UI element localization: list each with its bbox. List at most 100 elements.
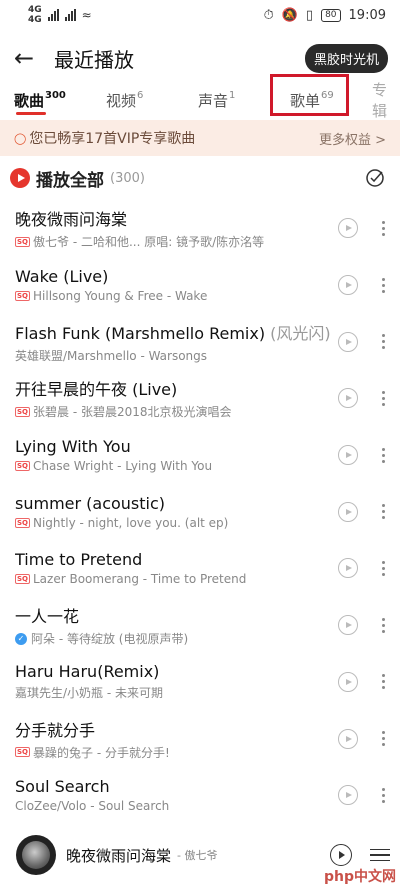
more-options-icon[interactable] [380, 277, 386, 293]
song-title-text: Time to Pretend [15, 550, 143, 570]
song-title: Lying With You [15, 437, 338, 456]
more-options-icon[interactable] [380, 504, 386, 520]
playlist-icon[interactable] [370, 848, 390, 862]
mini-player[interactable]: 晚夜微雨问海棠 - 傲七爷 php中文网 [0, 810, 400, 888]
play-all-row: 播放全部 (300) [0, 156, 400, 200]
song-subtitle: SQ 傲七爷 - 二哈和他... 原唱: 镜予歌/陈亦洺等 [15, 233, 338, 250]
play-video-icon[interactable] [338, 218, 358, 239]
more-options-icon[interactable] [380, 220, 386, 236]
play-all-icon[interactable] [10, 168, 30, 188]
song-row[interactable]: Wake (Live) SQ Hillsong Young & Free - Wak… [0, 257, 400, 314]
battery-icon: 80 [321, 8, 341, 22]
song-subtitle: SQ 张碧晨 - 张碧晨2018北京极光演唱会 [15, 403, 338, 420]
vip-banner-text: 您已畅享17首VIP专享歌曲 [29, 131, 196, 147]
song-alias: (风光闪) [265, 323, 331, 343]
play-video-icon[interactable] [338, 501, 358, 522]
more-options-icon[interactable] [380, 447, 386, 463]
tab-count: 69 [321, 89, 334, 101]
tab-songs[interactable]: 歌曲 300 [14, 90, 106, 115]
vinyl-time-machine-button[interactable]: 黑胶时光机 [304, 43, 388, 73]
song-subtitle: 英雄联盟/Marshmello - Warsongs [15, 347, 338, 364]
song-row[interactable]: 一人一花 ✓ 阿朵 - 等待绽放 (电视原声带) [0, 597, 400, 654]
tab-albums[interactable]: 专辑 [372, 79, 400, 121]
song-title: Haru Haru(Remix) [15, 662, 338, 681]
tab-audio[interactable]: 声音 1 [198, 90, 290, 111]
song-artist-album: 嘉琪先生/小奶瓶 - 未来可期 [15, 686, 164, 701]
tab-playlists[interactable]: 歌单 69 [290, 90, 382, 111]
song-info: 晚夜微雨问海棠 SQ 傲七爷 - 二哈和他... 原唱: 镜予歌/陈亦洺等 [15, 206, 338, 250]
song-count: (300) [110, 170, 145, 186]
song-title: Soul Search [15, 777, 338, 796]
play-video-icon[interactable] [338, 728, 358, 749]
song-row[interactable]: 开往早晨的午夜 (Live) SQ 张碧晨 - 张碧晨2018北京极光演唱会 [0, 370, 400, 427]
tab-label: 歌曲 [14, 91, 45, 110]
play-video-icon[interactable] [338, 615, 358, 636]
more-options-icon[interactable] [380, 390, 386, 406]
song-title-text: summer (acoustic) [15, 493, 166, 513]
song-title: 晚夜微雨问海棠 [15, 206, 338, 230]
song-title-text: 一人一花 [15, 607, 80, 627]
play-video-icon[interactable] [338, 388, 358, 409]
now-playing-title: 晚夜微雨问海棠 [66, 846, 172, 865]
song-row[interactable]: 分手就分手 SQ 暴躁的兔子 - 分手就分手! [0, 710, 400, 767]
more-options-icon[interactable] [380, 731, 386, 747]
song-artist-album: 英雄联盟/Marshmello - Warsongs [15, 348, 208, 363]
mini-play-button[interactable] [330, 844, 352, 866]
song-subtitle: SQ Nightly - night, love you. (alt ep) [15, 516, 338, 530]
tab-count: 6 [137, 89, 144, 101]
alarm-icon: ⏱ [263, 7, 274, 23]
song-row[interactable]: Flash Funk (Marshmello Remix) (风光闪) 英雄联盟/… [0, 313, 400, 370]
multi-select-icon[interactable] [364, 167, 386, 189]
play-video-icon[interactable] [338, 671, 358, 692]
list-fade [0, 810, 400, 830]
more-options-icon[interactable] [380, 334, 386, 350]
play-video-icon[interactable] [338, 558, 358, 579]
song-title: Flash Funk (Marshmello Remix) (风光闪) [15, 320, 338, 344]
tab-videos[interactable]: 视频 6 [106, 90, 198, 111]
more-options-icon[interactable] [380, 674, 386, 690]
arrow-left-icon[interactable]: ← [14, 44, 40, 72]
mute-icon: 🔕 [281, 7, 298, 23]
song-info: Time to Pretend SQ Lazer Boomerang - Time … [15, 550, 338, 586]
song-row[interactable]: Lying With You SQ Chase Wright - Lying Wit… [0, 427, 400, 484]
play-video-icon[interactable] [338, 445, 358, 466]
song-info: 开往早晨的午夜 (Live) SQ 张碧晨 - 张碧晨2018北京极光演唱会 [15, 376, 338, 420]
song-info: Flash Funk (Marshmello Remix) (风光闪) 英雄联盟/… [15, 320, 338, 364]
header: ← 最近播放 黑胶时光机 [0, 36, 400, 80]
song-subtitle: SQ Lazer Boomerang - Time to Pretend [15, 572, 338, 586]
tab-label: 声音 [198, 91, 229, 110]
song-title-text: 开往早晨的午夜 (Live) [15, 380, 178, 400]
song-row[interactable]: Haru Haru(Remix) 嘉琪先生/小奶瓶 - 未来可期 [0, 654, 400, 711]
sq-quality-badge: SQ [15, 574, 30, 585]
play-video-icon[interactable] [338, 331, 358, 352]
song-row[interactable]: summer (acoustic) SQ Nightly - night, love… [0, 483, 400, 540]
more-options-icon[interactable] [380, 787, 386, 803]
active-tab-indicator [16, 111, 46, 115]
more-options-icon[interactable] [380, 617, 386, 633]
page-title: 最近播放 [54, 47, 134, 72]
more-options-icon[interactable] [380, 560, 386, 576]
more-benefits-link[interactable]: 更多权益 > [319, 129, 386, 148]
now-playing-artist: - 傲七爷 [177, 849, 218, 862]
song-info: 一人一花 ✓ 阿朵 - 等待绽放 (电视原声带) [15, 603, 338, 647]
tab-label: 歌单 [290, 91, 321, 110]
sq-quality-badge: SQ [15, 236, 30, 247]
song-info: summer (acoustic) SQ Nightly - night, love… [15, 494, 338, 530]
signal-icon-2 [64, 9, 76, 21]
sq-quality-badge: SQ [15, 517, 30, 528]
song-row[interactable]: Time to Pretend SQ Lazer Boomerang - Time … [0, 540, 400, 597]
play-video-icon[interactable] [338, 275, 358, 296]
song-title: Wake (Live) [15, 267, 338, 286]
vip-banner[interactable]: ◯ 您已畅享17首VIP专享歌曲 更多权益 > [0, 120, 400, 156]
song-title-text: Soul Search [15, 777, 110, 797]
play-all-button[interactable]: 播放全部 [36, 166, 104, 191]
sim-icons: 4G 4G [28, 5, 42, 25]
song-row[interactable]: 晚夜微雨问海棠 SQ 傲七爷 - 二哈和他... 原唱: 镜予歌/陈亦洺等 [0, 200, 400, 257]
sq-quality-badge: SQ [15, 291, 30, 302]
song-info: Soul Search CloZee/Volo - Soul Search [15, 777, 338, 813]
vibrate-icon: ▯ [305, 7, 314, 23]
play-video-icon[interactable] [338, 785, 358, 806]
album-art[interactable] [16, 835, 56, 875]
song-title-text: 分手就分手 [15, 720, 96, 740]
song-artist-album: Lazer Boomerang - Time to Pretend [33, 572, 247, 587]
